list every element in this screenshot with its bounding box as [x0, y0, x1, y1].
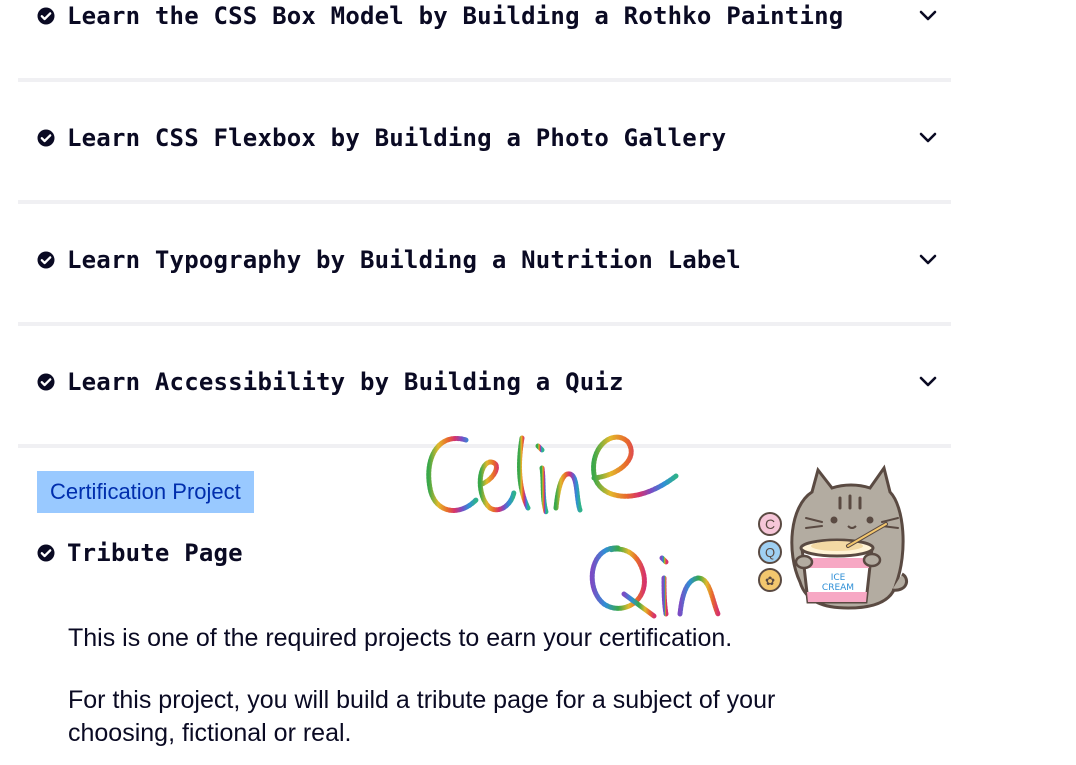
block-title: Learn Accessibility by Building a Quiz	[37, 367, 624, 397]
chevron-down-icon[interactable]	[919, 375, 937, 389]
sticker-cup-text-2: CREAM	[822, 583, 854, 593]
check-circle-icon	[37, 251, 55, 269]
curriculum-column: Learn the CSS Box Model by Building a Ro…	[18, 0, 951, 765]
block-label: Learn Accessibility by Building a Quiz	[67, 368, 624, 396]
sticker-cup-text-1: ICE	[831, 573, 846, 583]
sticker-badge-q: Q	[765, 545, 775, 560]
project-description-detail: For this project, you will build a tribu…	[68, 686, 776, 747]
project-title: Tribute Page	[67, 539, 243, 567]
chevron-down-icon[interactable]	[919, 131, 937, 145]
chevron-down-icon[interactable]	[919, 9, 937, 23]
check-circle-icon	[37, 544, 55, 562]
signature-doodle	[426, 434, 721, 619]
sticker-badge-flower: ✿	[765, 574, 775, 588]
pusheen-ice-cream-sticker: C Q ✿ ICE CREAM	[758, 464, 909, 610]
check-circle-icon	[37, 129, 55, 147]
block-label: Learn the CSS Box Model by Building a Ro…	[67, 2, 844, 30]
check-circle-icon	[37, 373, 55, 391]
sticker-badge-c: C	[765, 516, 775, 532]
check-circle-icon	[37, 7, 55, 25]
block-label: Learn Typography by Building a Nutrition…	[67, 246, 741, 274]
chevron-down-icon[interactable]	[919, 253, 937, 267]
block-title: Learn Typography by Building a Nutrition…	[37, 245, 741, 275]
certification-project-badge: Certification Project	[37, 471, 254, 513]
block-title: Learn CSS Flexbox by Building a Photo Ga…	[37, 123, 726, 153]
block-css-flexbox[interactable]: Learn CSS Flexbox by Building a Photo Ga…	[18, 82, 951, 200]
tribute-page-link[interactable]: Tribute Page	[37, 538, 243, 568]
block-css-box-model[interactable]: Learn the CSS Box Model by Building a Ro…	[18, 0, 951, 78]
block-title: Learn the CSS Box Model by Building a Ro…	[37, 1, 843, 31]
block-label: Learn CSS Flexbox by Building a Photo Ga…	[67, 124, 727, 152]
page: Learn the CSS Box Model by Building a Ro…	[0, 0, 1076, 765]
block-typography[interactable]: Learn Typography by Building a Nutrition…	[18, 204, 951, 322]
